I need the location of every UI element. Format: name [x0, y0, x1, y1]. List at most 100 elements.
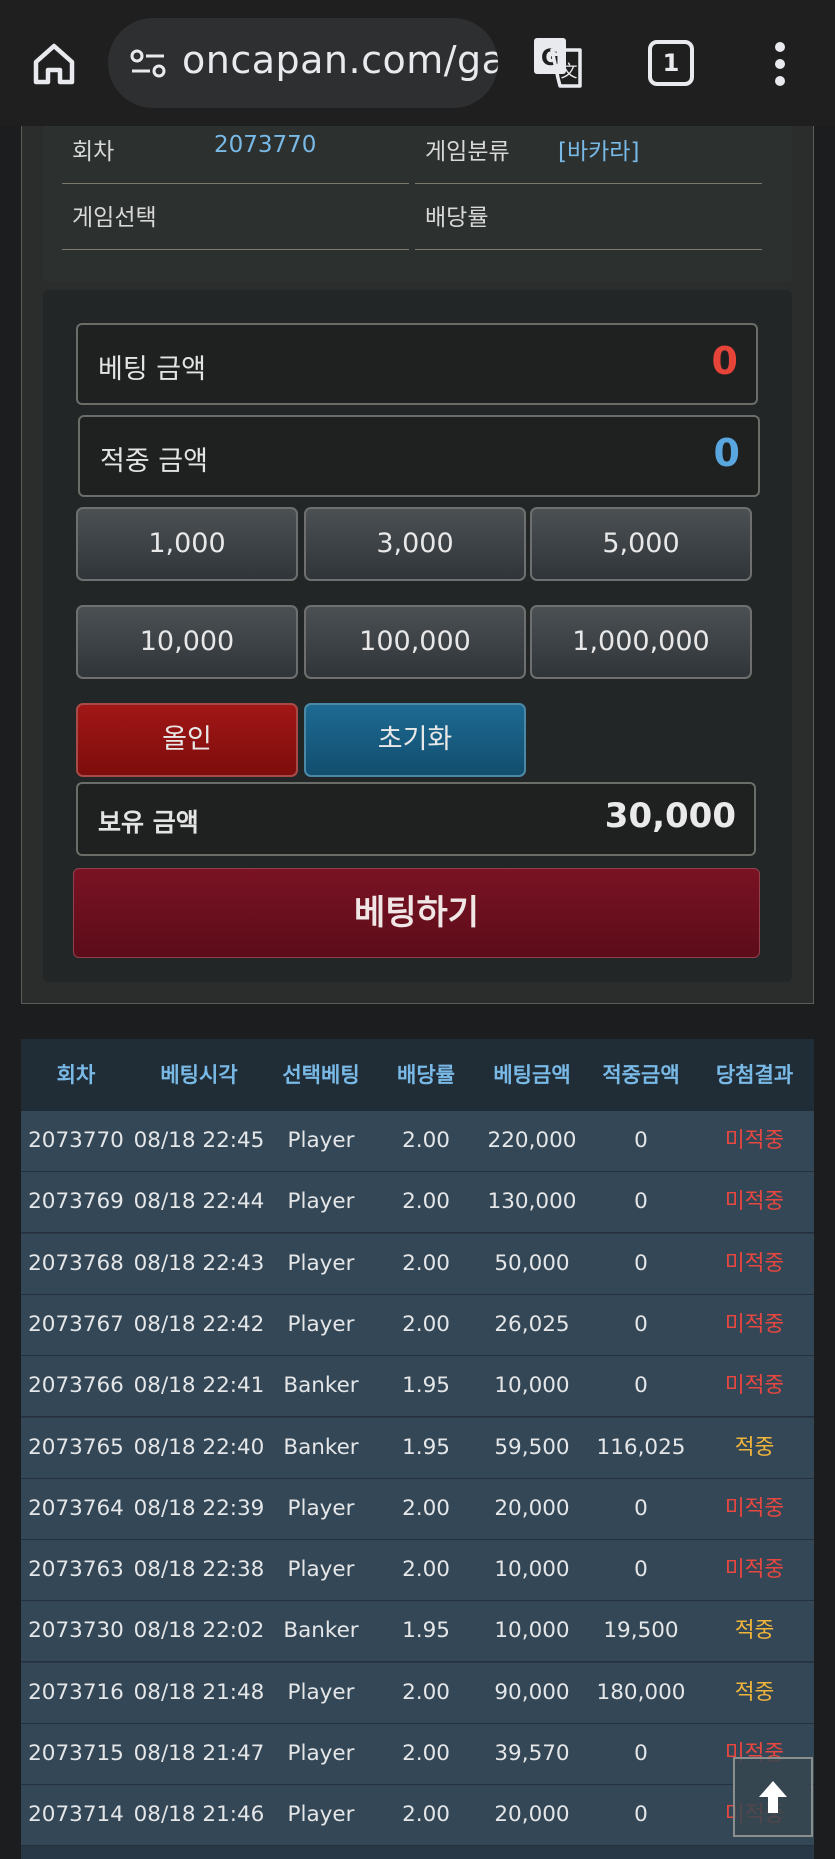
cell-win-amount: 0: [634, 1495, 648, 1521]
win-amount-field: 적중 금액 0: [78, 415, 760, 497]
bet-history-table: 회차 베팅시각 선택베팅 배당률 베팅금액 적중금액 당첨결과 2073770 0…: [21, 1039, 814, 1859]
browser-toolbar: oncapan.com/ga G 文 1: [0, 0, 835, 126]
url-bar[interactable]: oncapan.com/ga: [108, 18, 498, 108]
cell-round: 2073764: [28, 1495, 124, 1521]
header-round: 회차: [56, 1063, 96, 1087]
category-cell: 게임분류 [바카라]: [415, 126, 762, 184]
round-value: 2073770: [214, 132, 317, 158]
cell-bet-amount: 39,570: [494, 1741, 570, 1766]
chip-5000-button[interactable]: 5,000: [530, 507, 752, 581]
home-icon[interactable]: [28, 38, 80, 90]
cell-result: 적중: [734, 1679, 775, 1705]
reset-button[interactable]: 초기화: [304, 703, 526, 777]
cell-bet-amount: 20,000: [494, 1495, 570, 1521]
cell-round: 2073715: [28, 1741, 124, 1766]
header-win-amount: 적중금액: [602, 1063, 680, 1087]
cell-result: 미적중: [724, 1373, 785, 1399]
cell-result: 미적중: [724, 1189, 785, 1215]
cell-selection: Player: [287, 1557, 355, 1583]
cell-bet-amount: 130,000: [487, 1189, 577, 1215]
selection-label: 게임선택: [72, 205, 157, 231]
table-row: 2073769 08/18 22:44 Player 2.00 130,000 0 미적중: [21, 1172, 814, 1234]
overflow-menu-icon[interactable]: [770, 42, 790, 86]
cell-selection: Banker: [283, 1434, 359, 1460]
cell-bet-amount: 220,000: [487, 1128, 577, 1153]
cell-round: 2073763: [28, 1557, 124, 1583]
cell-win-amount: 180,000: [596, 1679, 686, 1705]
tabs-icon[interactable]: 1: [648, 40, 694, 86]
chip-10000-button[interactable]: 10,000: [76, 605, 298, 679]
chip-1000000-button[interactable]: 1,000,000: [530, 605, 752, 679]
balance-label: 보유 금액: [98, 808, 199, 837]
cell-win-amount: 0: [634, 1741, 648, 1766]
cell-result: 적중: [734, 1434, 775, 1460]
cell-selection: Player: [287, 1679, 355, 1705]
header-bet-time: 베팅시각: [160, 1063, 238, 1087]
cell-selection: Banker: [283, 1373, 359, 1399]
cell-win-amount: 0: [634, 1128, 648, 1153]
cell-bet-time: 08/18 22:39: [133, 1495, 265, 1521]
cell-bet-time: 08/18 21:48: [133, 1679, 265, 1705]
table-header: 회차 베팅시각 선택베팅 배당률 베팅금액 적중금액 당첨결과: [21, 1039, 814, 1111]
cell-odds: 2.00: [402, 1679, 450, 1705]
cell-selection: Player: [287, 1741, 355, 1766]
cell-selection: Player: [287, 1802, 355, 1828]
bet-amount-field[interactable]: 베팅 금액 0: [76, 323, 758, 405]
cell-odds: 2.00: [402, 1741, 450, 1766]
cell-bet-amount: 90,000: [494, 1679, 570, 1705]
place-bet-button[interactable]: 베팅하기: [73, 868, 760, 958]
table-row: 2073765 08/18 22:40 Banker 1.95 59,500 116,02…: [21, 1417, 814, 1479]
cell-selection: Banker: [283, 1618, 359, 1644]
site-settings-icon[interactable]: [130, 49, 166, 79]
selection-cell: 게임선택: [62, 192, 409, 250]
header-bet-amount: 베팅금액: [493, 1063, 571, 1087]
cell-bet-time: 08/18 22:44: [133, 1189, 265, 1215]
table-row: 2073767 08/18 22:42 Player 2.00 26,025 0 미적중: [21, 1294, 814, 1356]
cell-odds: 2.00: [402, 1495, 450, 1521]
table-row: 2073763 08/18 22:38 Player 2.00 10,000 0 미적중: [21, 1540, 814, 1602]
cell-bet-time: 08/18 22:45: [133, 1128, 265, 1153]
cell-odds: 2.00: [402, 1189, 450, 1215]
cell-result: 미적중: [724, 1250, 785, 1276]
category-label: 게임분류: [425, 139, 510, 165]
cell-bet-time: 08/18 22:40: [133, 1434, 265, 1460]
table-row: 2073730 08/18 22:02 Banker 1.95 10,000 19,500…: [21, 1601, 814, 1663]
cell-bet-amount: 10,000: [494, 1618, 570, 1644]
cell-odds: 2.00: [402, 1311, 450, 1337]
cell-bet-amount: 50,000: [494, 1250, 570, 1276]
cell-bet-time: 08/18 22:38: [133, 1557, 265, 1583]
scroll-to-top-button[interactable]: [733, 1757, 813, 1837]
cell-win-amount: 0: [634, 1557, 648, 1583]
cell-bet-time: 08/18 21:47: [133, 1741, 265, 1766]
cell-win-amount: 116,025: [596, 1434, 686, 1460]
cell-round: 2073767: [28, 1311, 124, 1337]
chip-3000-button[interactable]: 3,000: [304, 507, 526, 581]
table-row: 2073764 08/18 22:39 Player 2.00 20,000 0 미적중: [21, 1478, 814, 1540]
cell-result: 미적중: [724, 1495, 785, 1521]
cell-bet-amount: 59,500: [494, 1434, 570, 1460]
all-in-button[interactable]: 올인: [76, 703, 298, 777]
cell-win-amount: 0: [634, 1189, 648, 1215]
cell-bet-time: 08/18 22:02: [133, 1618, 265, 1644]
translate-icon[interactable]: G 文: [530, 34, 586, 90]
bet-card: 베팅 금액 0 적중 금액 0 1,000 3,000 5,000 10,000…: [43, 290, 792, 982]
cell-result: 미적중: [724, 1557, 785, 1583]
balance-field: 보유 금액 30,000: [76, 782, 756, 856]
cell-selection: Player: [287, 1189, 355, 1215]
cell-selection: Player: [287, 1495, 355, 1521]
svg-text:文: 文: [561, 62, 578, 82]
cell-bet-time: 08/18 22:43: [133, 1250, 265, 1276]
category-value: [바카라]: [558, 139, 640, 165]
url-text[interactable]: oncapan.com/ga: [182, 38, 498, 82]
table-row: 2073716 08/18 21:48 Player 2.00 90,000 180,00…: [21, 1662, 814, 1724]
cell-result: 미적중: [724, 1128, 785, 1153]
chip-100000-button[interactable]: 100,000: [304, 605, 526, 679]
round-label: 회차: [72, 139, 115, 165]
win-amount-value: 0: [713, 431, 740, 475]
cell-bet-amount: 20,000: [494, 1802, 570, 1828]
chip-1000-button[interactable]: 1,000: [76, 507, 298, 581]
table-row: 207371408/18 21:46Player2.0020,0000미적중: [21, 1785, 814, 1847]
balance-value: 30,000: [604, 796, 736, 836]
table-row: 2073770 08/18 22:45 Player 2.00 220,000 0 미적중: [21, 1111, 814, 1172]
cell-selection: Player: [287, 1250, 355, 1276]
